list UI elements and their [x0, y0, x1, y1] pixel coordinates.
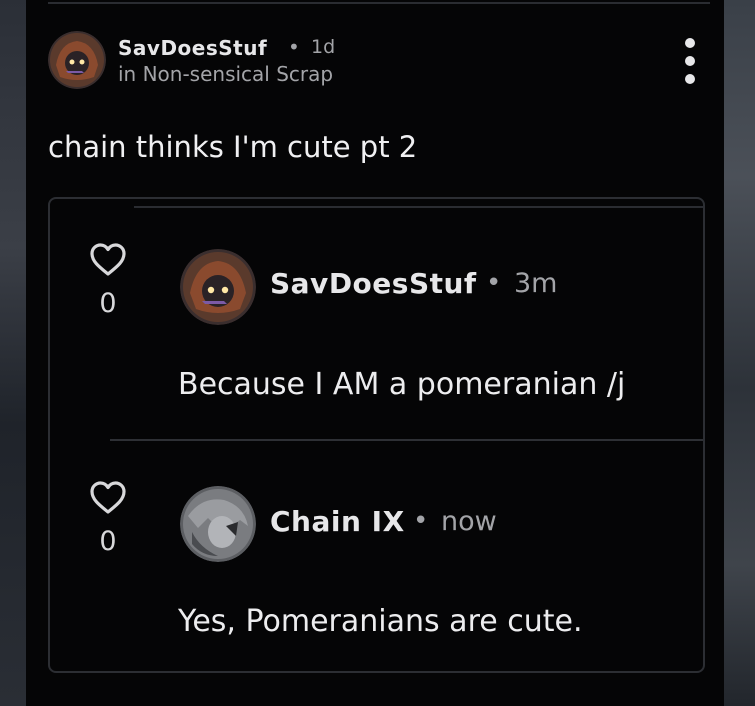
comment-divider [110, 439, 703, 441]
post-timestamp: 1d [311, 36, 336, 58]
background-left-edge [0, 0, 26, 706]
author-avatar[interactable] [48, 31, 106, 89]
separator-dot: • [486, 268, 502, 298]
like-count: 0 [99, 526, 117, 557]
like-button[interactable] [88, 478, 128, 518]
comment-body: Yes, Pomeranians are cute. [178, 604, 583, 639]
comment-body: Because I AM a pomeranian /j [178, 367, 626, 402]
like-button[interactable] [88, 240, 128, 280]
post-title: chain thinks I'm cute pt 2 [48, 130, 418, 164]
more-vertical-icon-dot [685, 74, 695, 84]
comment-author-avatar[interactable] [180, 249, 256, 325]
comment-author-name[interactable]: SavDoesStuf [270, 267, 477, 300]
like-count: 0 [99, 288, 117, 319]
more-vertical-icon-dot [685, 56, 695, 66]
post-community[interactable]: in Non-sensical Scrap [118, 62, 333, 86]
comment-timestamp: now [441, 506, 497, 537]
post-card: SavDoesStuf • 1d in Non-sensical Scrap c… [26, 0, 724, 706]
comment-author-avatar[interactable] [180, 486, 256, 562]
separator-dot: • [288, 35, 300, 59]
background-right-edge [724, 0, 755, 706]
more-options-button[interactable] [678, 38, 702, 84]
divider [48, 2, 710, 4]
comment-timestamp: 3m [514, 268, 558, 299]
post-author-name[interactable]: SavDoesStuf [118, 36, 267, 60]
heart-outline-icon [90, 481, 126, 514]
comment-thread: 0 SavDoesStuf • 3m Because I AM a pomera… [48, 197, 705, 673]
comment-author-name[interactable]: Chain IX [270, 505, 405, 538]
divider [134, 206, 703, 208]
more-vertical-icon [685, 38, 695, 48]
separator-dot: • [413, 506, 429, 536]
heart-outline-icon [90, 243, 126, 276]
